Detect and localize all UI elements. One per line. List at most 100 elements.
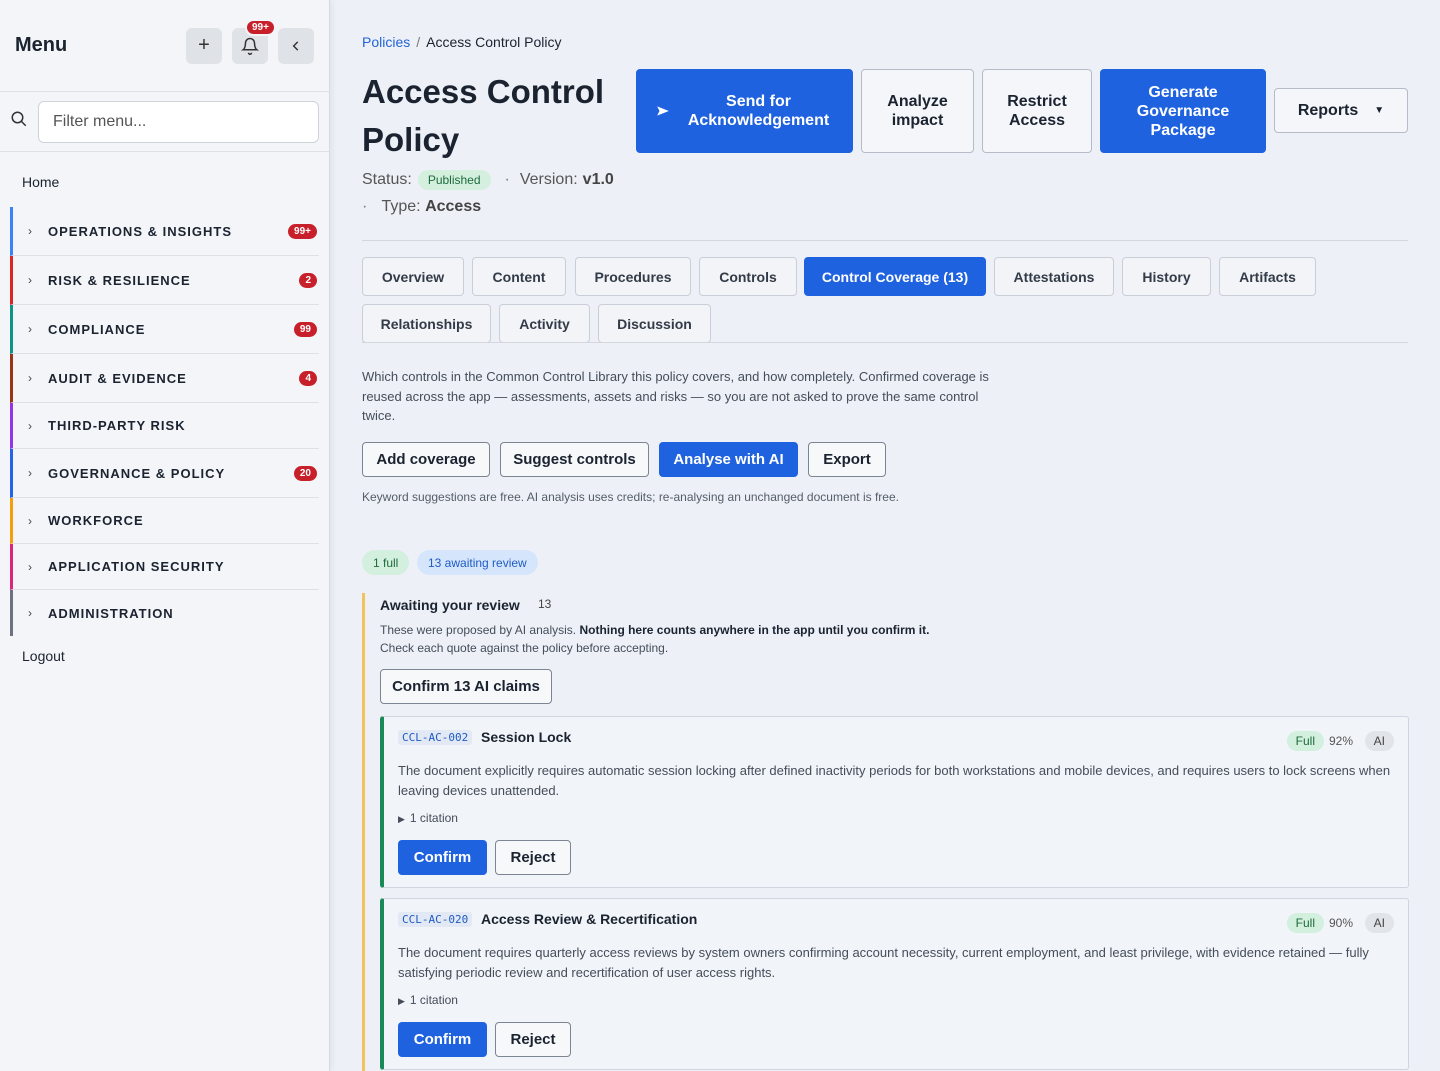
plus-icon: +: [198, 34, 210, 56]
coverage-level-badge: Full: [1286, 913, 1324, 933]
confirm-all-ai-claims-button[interactable]: Confirm 13 AI claims: [380, 669, 552, 704]
citation-toggle[interactable]: ▶ 1 citation: [398, 993, 458, 1007]
analyze-button-label: Analyze impact: [887, 93, 948, 129]
tab-control-coverage-13[interactable]: Control Coverage (13): [804, 257, 986, 296]
chevron-right-icon: ›: [28, 371, 32, 385]
chevron-right-icon: ›: [28, 466, 32, 480]
review-explanation: These were proposed by AI analysis. Noth…: [380, 621, 1080, 657]
control-claim-card: CCL-AC-020 Access Review & Recertificatio…: [380, 898, 1409, 1070]
status-label: Status:: [362, 171, 412, 188]
page-title: Access Control Policy: [362, 73, 605, 158]
sidebar-section-item[interactable]: › ADMINISTRATION: [10, 590, 319, 636]
awaiting-review-chip[interactable]: 13 awaiting review: [417, 550, 538, 575]
sidebar-section-label: THIRD-PARTY RISK: [48, 418, 186, 433]
sidebar-section-item[interactable]: › AUDIT & EVIDENCE 4: [10, 354, 319, 403]
sidebar-section-label: OPERATIONS & INSIGHTS: [48, 223, 232, 239]
review-count: 13: [538, 597, 552, 611]
sidebar-section-item[interactable]: › COMPLIANCE 99: [10, 305, 319, 354]
chevron-right-icon: ›: [28, 513, 32, 528]
send-for-acknowledgement-button[interactable]: Send for Acknowledgement: [636, 69, 853, 153]
suggest-controls-button[interactable]: Suggest controls: [500, 442, 649, 477]
tab-relationships[interactable]: Relationships: [362, 304, 491, 343]
type-label: Type:: [381, 198, 421, 215]
confirm-button[interactable]: Confirm: [398, 840, 487, 875]
chevron-right-icon: ›: [28, 418, 32, 433]
breadcrumb: Policies / Access Control Policy: [362, 34, 562, 50]
review-text-instruction: Check each quote against the policy befo…: [380, 641, 669, 655]
add-button[interactable]: +: [186, 27, 222, 64]
status-badge: Published: [417, 170, 491, 190]
sidebar-section-item[interactable]: › OPERATIONS & INSIGHTS 99+: [10, 207, 319, 256]
sidebar-sections: › OPERATIONS & INSIGHTS 99+ › RISK & RESILIE…: [0, 207, 329, 636]
analyse-with-ai-button[interactable]: Analyse with AI: [659, 442, 798, 477]
tab-activity[interactable]: Activity: [499, 304, 590, 343]
sidebar-section-item[interactable]: › THIRD-PARTY RISK: [10, 403, 319, 449]
send-button-label: Send for Acknowledgement: [687, 93, 830, 129]
sidebar-section-label: COMPLIANCE: [48, 321, 146, 337]
tab-procedures[interactable]: Procedures: [575, 257, 691, 296]
reject-button[interactable]: Reject: [495, 1022, 571, 1057]
generate-button-label: Generate Governance Package: [1136, 83, 1230, 139]
citation-label: 1 citation: [409, 811, 458, 825]
version-label: Version:: [519, 171, 578, 188]
export-button[interactable]: Export: [808, 442, 886, 477]
chevron-right-icon: ›: [28, 559, 32, 574]
control-code[interactable]: CCL-AC-002: [398, 730, 473, 745]
sidebar-section-label: WORKFORCE: [48, 513, 144, 528]
separator-dot: ·: [504, 171, 510, 188]
breadcrumb-policies-link[interactable]: Policies: [362, 34, 410, 50]
restrict-access-button[interactable]: Restrict Access: [982, 69, 1092, 153]
source-badge: AI: [1364, 731, 1394, 751]
sidebar-section-item[interactable]: › APPLICATION SECURITY: [10, 544, 319, 590]
generate-governance-package-button[interactable]: Generate Governance Package: [1100, 69, 1266, 153]
add-coverage-button[interactable]: Add coverage: [362, 442, 490, 477]
sidebar-item-logout[interactable]: Logout: [0, 636, 329, 676]
sidebar-section-item[interactable]: › WORKFORCE: [10, 498, 319, 544]
sidebar-count-badge: 4: [299, 370, 317, 386]
caret-down-icon: ▼: [1374, 105, 1385, 116]
tab-controls[interactable]: Controls: [699, 257, 797, 296]
chevron-right-icon: ›: [28, 273, 32, 287]
sidebar-section-item[interactable]: › RISK & RESILIENCE 2: [10, 256, 319, 305]
sidebar-section-item[interactable]: › GOVERNANCE & POLICY 20: [10, 449, 319, 498]
tab-artifacts[interactable]: Artifacts: [1219, 257, 1316, 296]
tab-discussion[interactable]: Discussion: [598, 304, 711, 343]
sidebar-count-badge: 20: [293, 465, 317, 481]
credits-note: Keyword suggestions are free. AI analysi…: [362, 490, 899, 504]
chevron-left-icon: [292, 40, 299, 51]
reject-button[interactable]: Reject: [495, 840, 571, 875]
sidebar-section-label: GOVERNANCE & POLICY: [48, 465, 226, 481]
coverage-description: Which controls in the Common Control Lib…: [362, 369, 989, 423]
tab-overview[interactable]: Overview: [362, 257, 464, 296]
sidebar-count-badge: 2: [299, 272, 317, 288]
full-count-chip[interactable]: 1 full: [362, 550, 410, 575]
notification-count-badge: 99+: [245, 18, 276, 36]
citation-toggle[interactable]: ▶ 1 citation: [398, 811, 458, 825]
divider: [362, 342, 1408, 343]
sidebar: Menu + 99+ Home › OPERATIONS & INSIGHTS 99…: [0, 0, 330, 1071]
collapse-sidebar-button[interactable]: [278, 27, 314, 64]
breadcrumb-separator: /: [416, 34, 421, 50]
confirm-button[interactable]: Confirm: [398, 1022, 487, 1057]
sidebar-item-home[interactable]: Home: [0, 152, 329, 207]
filter-menu-input[interactable]: [38, 100, 319, 143]
tab-content[interactable]: Content: [472, 257, 566, 296]
sidebar-section-label: AUDIT & EVIDENCE: [48, 370, 187, 386]
control-claim-card: CCL-AC-002 Session Lock Full 92% AI The docum…: [380, 716, 1409, 888]
version-value: v1.0: [582, 171, 614, 188]
claim-rationale: The document explicitly requires automat…: [398, 763, 1391, 798]
type-row: · Type: Access: [362, 198, 481, 216]
tab-history[interactable]: History: [1122, 257, 1211, 296]
status-row: Status: Published · Version: v1.0: [362, 170, 614, 190]
analyze-impact-button[interactable]: Analyze impact: [861, 69, 974, 153]
reports-dropdown-button[interactable]: Reports ▼: [1274, 88, 1408, 133]
tab-attestations[interactable]: Attestations: [994, 257, 1114, 296]
control-code[interactable]: CCL-AC-020: [398, 912, 473, 927]
notifications-button[interactable]: 99+: [232, 18, 276, 64]
type-value: Access: [425, 198, 482, 215]
restrict-button-label: Restrict Access: [1007, 93, 1067, 129]
sidebar-count-badge: 99+: [288, 223, 317, 239]
claim-rationale: The document requires quarterly access r…: [398, 945, 1369, 980]
sidebar-title: Menu: [15, 34, 68, 56]
sidebar-header: Menu + 99+: [0, 0, 329, 92]
